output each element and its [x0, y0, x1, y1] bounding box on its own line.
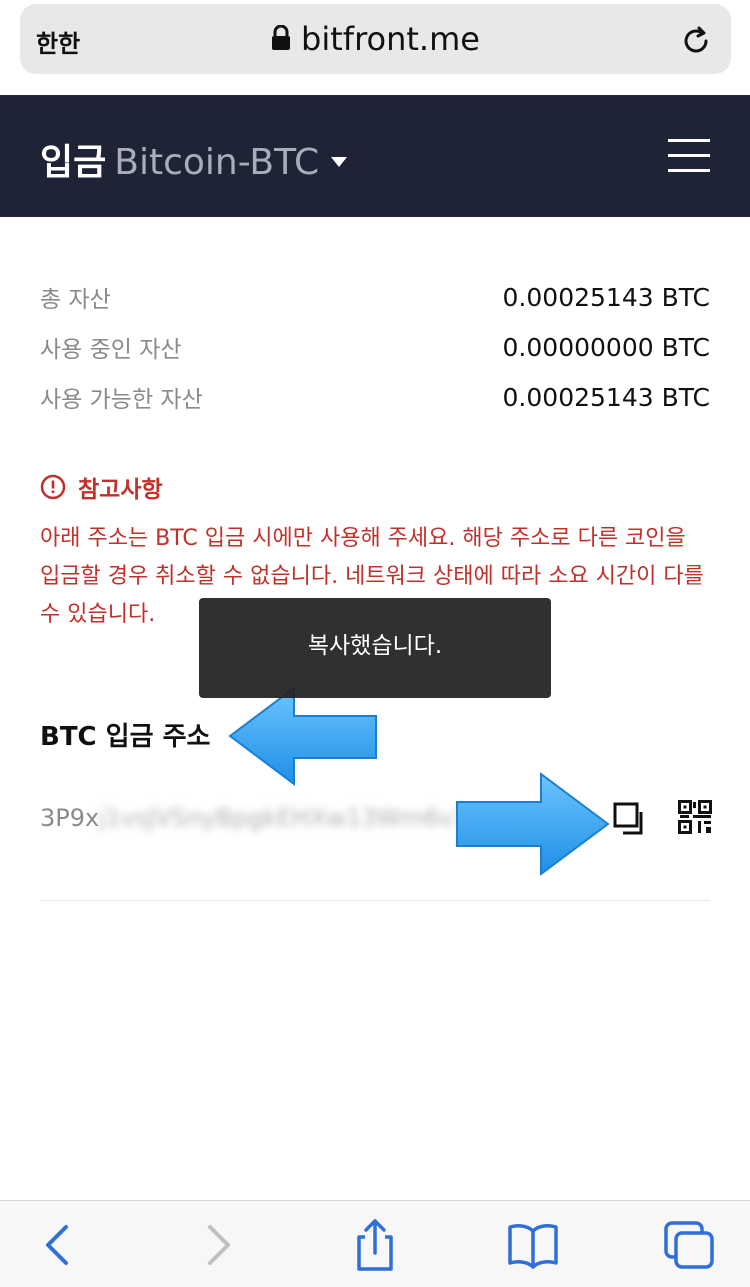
- url-host[interactable]: bitfront.me: [20, 20, 731, 58]
- qr-code-icon[interactable]: [678, 800, 712, 834]
- balance-list: 총 자산 0.00025143 BTC 사용 중인 자산 0.00000000 …: [40, 272, 710, 422]
- hamburger-menu-icon[interactable]: [668, 139, 710, 173]
- browser-address-area: 한한 bitfront.me: [0, 0, 750, 95]
- browser-toolbar: [0, 1200, 750, 1287]
- share-icon[interactable]: [347, 1219, 403, 1271]
- notice-header: 참고사항: [40, 470, 710, 504]
- balance-row-available: 사용 가능한 자산 0.00025143 BTC: [40, 372, 710, 422]
- page-title: 입금: [40, 142, 107, 183]
- divider: [40, 900, 710, 901]
- balance-value: 0.00000000 BTC: [502, 332, 710, 362]
- balance-value: 0.00025143 BTC: [502, 282, 710, 312]
- alert-circle-icon: [40, 474, 66, 500]
- balance-row-total: 총 자산 0.00025143 BTC: [40, 272, 710, 322]
- tabs-icon[interactable]: [662, 1219, 718, 1271]
- lock-icon: [272, 25, 291, 50]
- balance-label: 사용 가능한 자산: [40, 387, 203, 413]
- coin-selector[interactable]: 입금 Bitcoin-BTC: [40, 133, 348, 185]
- address-bar[interactable]: 한한 bitfront.me: [20, 4, 731, 74]
- balance-value: 0.00025143 BTC: [502, 382, 710, 412]
- notice-title: 참고사항: [78, 477, 163, 503]
- book-icon[interactable]: [505, 1219, 561, 1271]
- chevron-right-icon[interactable]: [190, 1219, 246, 1271]
- balance-label: 사용 중인 자산: [40, 337, 182, 363]
- chevron-left-icon[interactable]: [30, 1219, 86, 1271]
- balance-row-in-use: 사용 중인 자산 0.00000000 BTC: [40, 322, 710, 372]
- balance-label: 총 자산: [40, 287, 111, 313]
- app-header: 입금 Bitcoin-BTC: [0, 95, 750, 217]
- right-arrow-annotation-icon: [456, 772, 610, 876]
- address-hidden-part: j1vsJVSnyBpgkEHXw13Wm6v1A: [99, 804, 485, 832]
- url-host-text: bitfront.me: [301, 20, 480, 58]
- reload-icon[interactable]: [679, 24, 713, 58]
- left-arrow-annotation-icon: [228, 686, 377, 786]
- caret-down-icon: [331, 157, 348, 167]
- copied-toast: 복사했습니다.: [199, 598, 551, 698]
- deposit-address-title: BTC 입금 주소: [40, 722, 211, 752]
- address-start: 3P9x: [40, 804, 100, 832]
- copy-icon[interactable]: [613, 802, 649, 836]
- selected-coin: Bitcoin-BTC: [114, 142, 320, 183]
